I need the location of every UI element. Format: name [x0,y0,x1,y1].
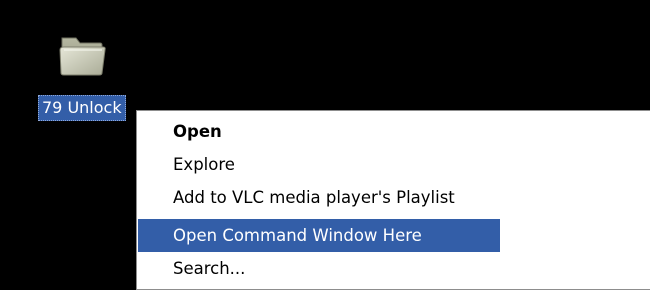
menu-item-search[interactable]: Search... [138,252,468,285]
menu-item-open[interactable]: Open [138,115,468,148]
menu-item-open-command-window[interactable]: Open Command Window Here [138,219,500,252]
context-menu: Open Explore Add to VLC media player's P… [136,110,650,290]
menu-item-explore[interactable]: Explore [138,148,468,181]
menu-item-add-to-vlc-playlist[interactable]: Add to VLC media player's Playlist [138,181,500,214]
folder-label[interactable]: 79 Unlock [38,95,126,121]
folder-icon[interactable] [56,28,108,80]
desktop: 79 Unlock Open Explore Add to VLC media … [0,0,650,290]
